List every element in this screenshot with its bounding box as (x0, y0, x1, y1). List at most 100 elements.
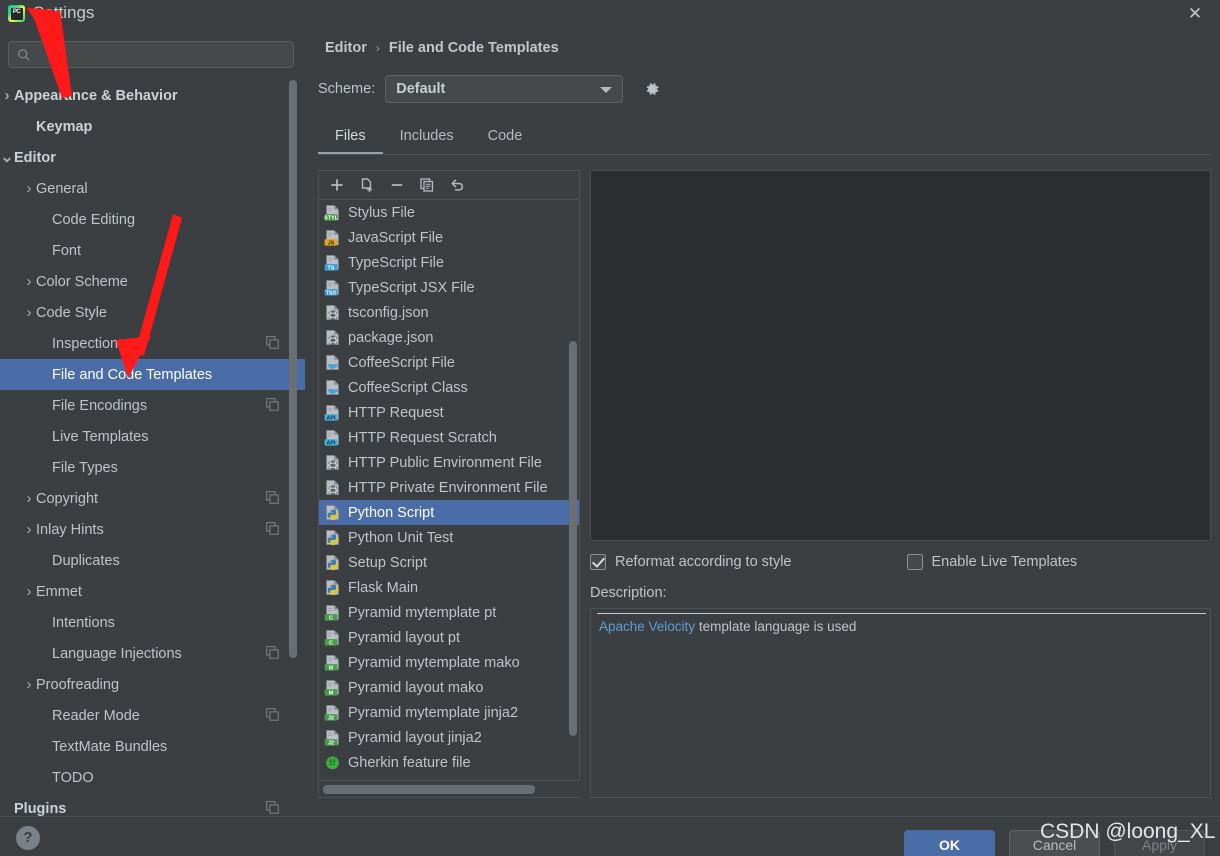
chevron-right-icon[interactable]: › (22, 514, 36, 545)
reformat-label[interactable]: Reformat according to style (615, 554, 792, 570)
templates-list-hscrollbar-track[interactable] (320, 780, 580, 796)
sidebar-item-proofreading[interactable]: › Proofreading (0, 669, 305, 700)
description-divider (597, 613, 1206, 614)
list-item[interactable]: C Pyramid mytemplate pt (319, 600, 579, 625)
close-icon[interactable]: ✕ (1182, 2, 1208, 26)
list-item[interactable]: J2 Pyramid mytemplate jinja2 (319, 700, 579, 725)
sidebar-item-live-templates[interactable]: Live Templates (0, 421, 305, 452)
tab-includes[interactable]: Includes (383, 121, 471, 154)
chevron-right-icon[interactable]: › (22, 266, 36, 297)
sidebar-item-label: Inspections (52, 335, 126, 352)
copy-icon[interactable] (266, 708, 279, 721)
list-item[interactable]: Flask Main (319, 575, 579, 600)
sidebar-item-keymap[interactable]: Keymap (0, 111, 305, 142)
sidebar-item-language-injections[interactable]: Language Injections (0, 638, 305, 669)
sidebar-item-plugins[interactable]: Plugins (0, 793, 305, 816)
list-item[interactable]: tsconfig.json (319, 300, 579, 325)
scheme-dropdown[interactable]: Default (385, 75, 624, 103)
reformat-option[interactable]: Reformat according to style (590, 554, 792, 570)
sidebar-item-file-types[interactable]: File Types (0, 452, 305, 483)
list-item[interactable]: CoffeeScript Class (319, 375, 579, 400)
copy-template-button[interactable] (414, 173, 440, 197)
copy-icon[interactable] (266, 398, 279, 411)
sidebar-item-font[interactable]: Font (0, 235, 305, 266)
list-item[interactable]: API HTTP Request Scratch (319, 425, 579, 450)
sidebar-item-file-encodings[interactable]: File Encodings (0, 390, 305, 421)
sidebar-item-code-style[interactable]: › Code Style (0, 297, 305, 328)
sidebar-item-todo[interactable]: TODO (0, 762, 305, 793)
template-editor-preview[interactable] (590, 170, 1211, 541)
add-template-button[interactable] (324, 173, 350, 197)
list-item[interactable]: HTTP Public Environment File (319, 450, 579, 475)
chevron-right-icon[interactable]: › (22, 483, 36, 514)
copy-icon[interactable] (266, 491, 279, 504)
chevron-down-icon[interactable]: ⌄ (0, 146, 14, 170)
list-item[interactable]: API HTTP Request (319, 400, 579, 425)
create-from-file-button[interactable] (354, 173, 380, 197)
apache-velocity-link[interactable]: Apache Velocity (599, 619, 695, 634)
search-input[interactable] (31, 46, 293, 63)
list-item[interactable]: JS JavaScript File (319, 225, 579, 250)
ok-button[interactable]: OK (904, 830, 995, 856)
sidebar-item-copyright[interactable]: › Copyright (0, 483, 305, 514)
live-templates-label[interactable]: Enable Live Templates (932, 554, 1078, 570)
chevron-right-icon[interactable]: › (22, 576, 36, 607)
sidebar-item-label: Intentions (52, 614, 115, 631)
list-item[interactable]: HTTP Private Environment File (319, 475, 579, 500)
sidebar-item-code-editing[interactable]: Code Editing (0, 204, 305, 235)
tab-code[interactable]: Code (471, 121, 540, 154)
copy-icon[interactable] (266, 522, 279, 535)
templates-list-hscrollbar-thumb[interactable] (323, 785, 535, 794)
chevron-right-icon[interactable]: › (0, 80, 14, 111)
list-item-label: Pyramid layout jinja2 (348, 729, 482, 746)
search-field[interactable] (8, 41, 294, 68)
list-item[interactable]: TS TypeScript File (319, 250, 579, 275)
sidebar-item-intentions[interactable]: Intentions (0, 607, 305, 638)
sidebar-item-general[interactable]: › General (0, 173, 305, 204)
cancel-button[interactable]: Cancel (1009, 830, 1100, 856)
apply-button[interactable]: Apply (1114, 830, 1205, 856)
list-item[interactable]: CoffeeScript File (319, 350, 579, 375)
chevron-right-icon[interactable]: › (22, 173, 36, 204)
list-item[interactable]: package.json (319, 325, 579, 350)
help-icon[interactable]: ? (16, 826, 40, 850)
list-item[interactable]: Gherkin feature file (319, 750, 579, 775)
copy-icon[interactable] (266, 336, 279, 349)
gear-icon[interactable] (641, 78, 663, 100)
remove-template-button[interactable] (384, 173, 410, 197)
reformat-checkbox[interactable] (590, 554, 606, 570)
sidebar-item-textmate-bundles[interactable]: TextMate Bundles (0, 731, 305, 762)
sidebar-item-duplicates[interactable]: Duplicates (0, 545, 305, 576)
list-item[interactable]: Python Script (319, 500, 579, 525)
sidebar-item-file-and-code-templates[interactable]: File and Code Templates (0, 359, 305, 390)
tab-files[interactable]: Files (318, 121, 383, 154)
sidebar-item-inspections[interactable]: Inspections (0, 328, 305, 359)
sidebar-scrollbar-thumb[interactable] (289, 80, 297, 658)
list-item[interactable]: J2 Pyramid layout jinja2 (319, 725, 579, 750)
list-item[interactable]: Python Unit Test (319, 525, 579, 550)
chevron-right-icon[interactable]: › (22, 297, 36, 328)
sidebar-item-emmet[interactable]: › Emmet (0, 576, 305, 607)
sidebar-item-label: Color Scheme (36, 273, 128, 290)
chevron-right-icon[interactable]: › (22, 669, 36, 700)
list-item[interactable]: M Pyramid mytemplate mako (319, 650, 579, 675)
copy-icon[interactable] (266, 801, 279, 814)
sidebar-item-editor[interactable]: ⌄ Editor (0, 142, 305, 173)
sidebar-item-appearance-behavior[interactable]: › Appearance & Behavior (0, 80, 305, 111)
sidebar-item-reader-mode[interactable]: Reader Mode (0, 700, 305, 731)
list-item[interactable]: TSX TypeScript JSX File (319, 275, 579, 300)
live-templates-checkbox[interactable] (906, 554, 923, 570)
list-item[interactable]: Setup Script (319, 550, 579, 575)
create-from-file-icon (361, 178, 373, 193)
list-item[interactable]: M Pyramid layout mako (319, 675, 579, 700)
templates-list: STYL Stylus File JS JavaScript File TS TypeSc… (319, 200, 579, 775)
templates-list-vscrollbar[interactable] (569, 341, 577, 736)
sidebar-item-inlay-hints[interactable]: › Inlay Hints (0, 514, 305, 545)
breadcrumb-parent[interactable]: Editor (325, 40, 367, 56)
reset-template-button[interactable] (444, 173, 470, 197)
live-templates-option[interactable]: Enable Live Templates (906, 554, 1078, 570)
list-item[interactable]: STYL Stylus File (319, 200, 579, 225)
sidebar-item-color-scheme[interactable]: › Color Scheme (0, 266, 305, 297)
copy-icon[interactable] (266, 646, 279, 659)
list-item[interactable]: C Pyramid layout pt (319, 625, 579, 650)
